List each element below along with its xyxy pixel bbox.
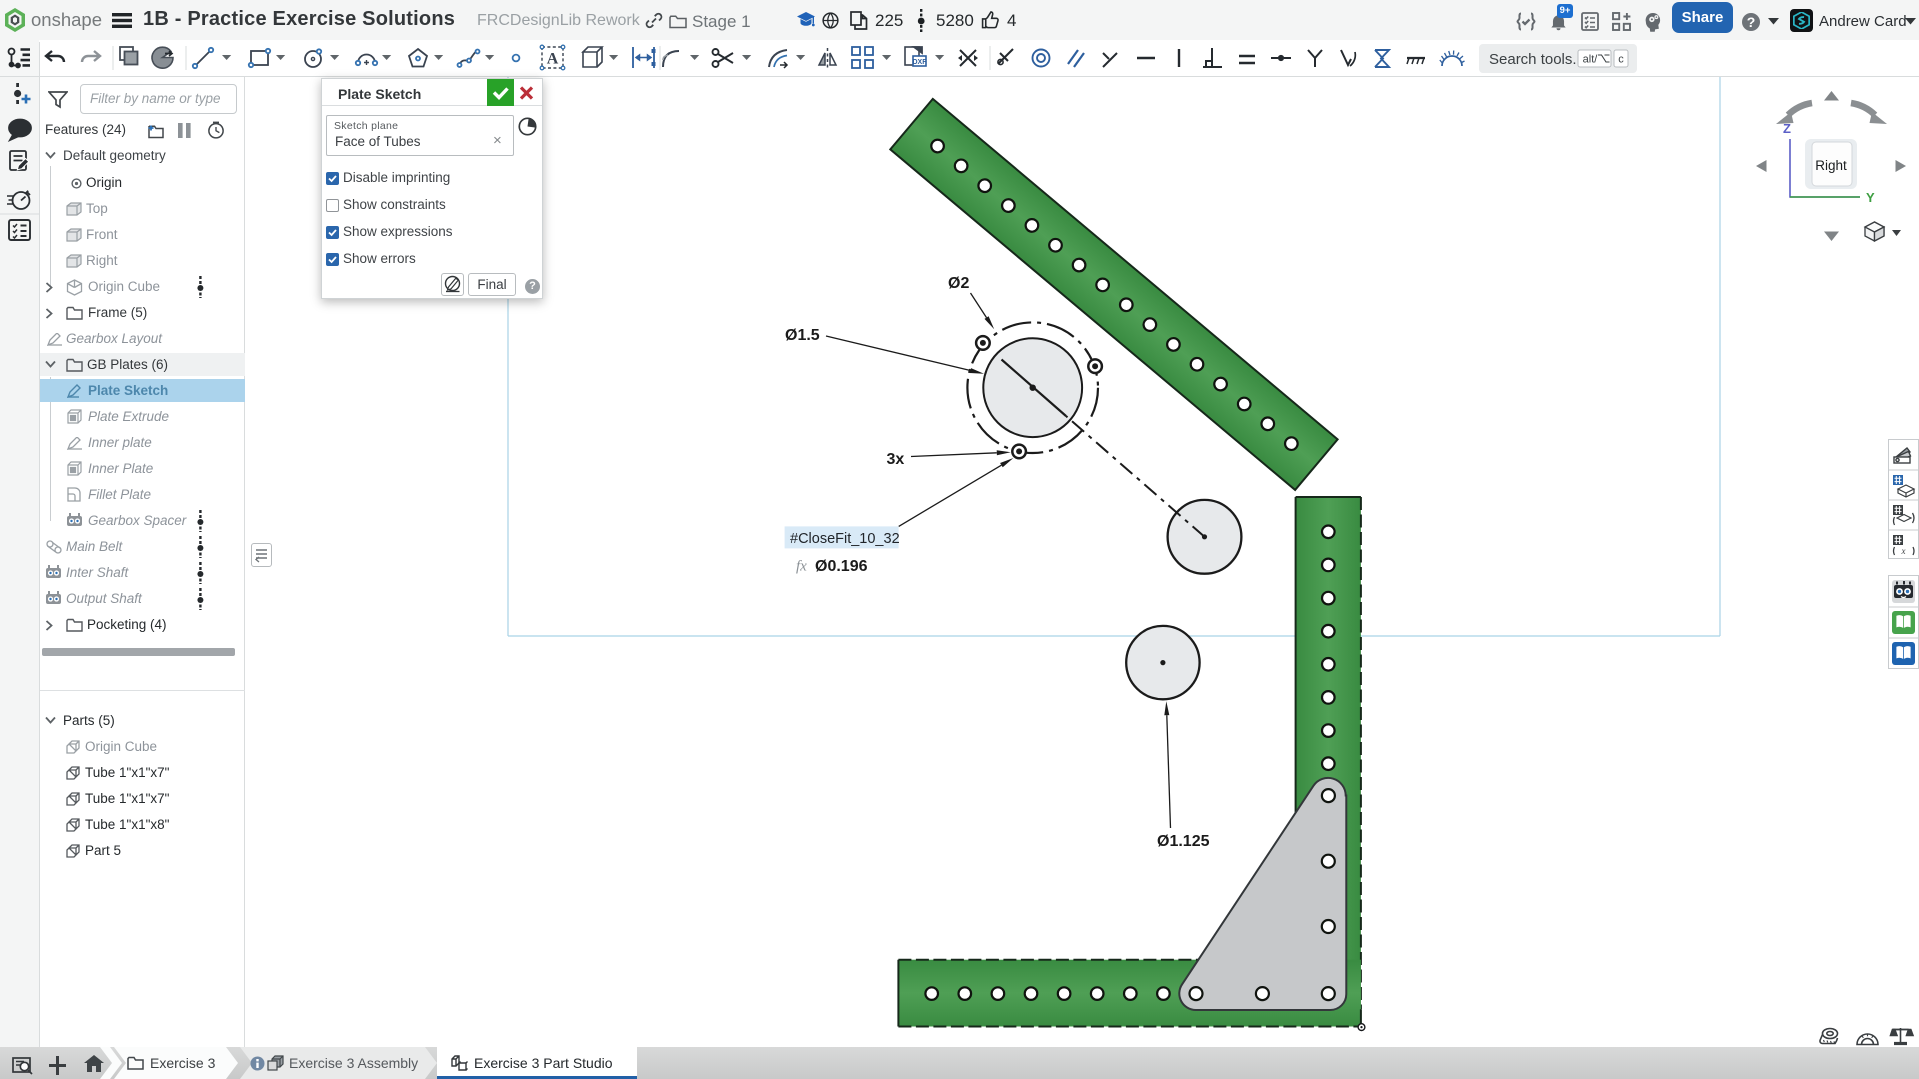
svg-text:Ø2: Ø2 (948, 275, 969, 292)
svg-text:#CloseFit_10_32: #CloseFit_10_32 (790, 531, 900, 547)
svg-text:3x: 3x (887, 451, 905, 468)
svg-text:fx: fx (796, 559, 807, 575)
svg-text:alt/: alt/ (1583, 54, 1599, 66)
svg-text:Y: Y (1866, 190, 1875, 205)
svg-text:Search tools...: Search tools... (1489, 51, 1585, 68)
svg-text:Right: Right (1815, 158, 1847, 173)
svg-text:Ø1.5: Ø1.5 (785, 327, 820, 344)
svg-text:x: x (1901, 546, 1906, 556)
svg-text:Ø1.125: Ø1.125 (1157, 833, 1210, 850)
svg-text:c: c (1618, 54, 1624, 66)
svg-text:Ø0.196: Ø0.196 (815, 558, 868, 575)
svg-text:Z: Z (1783, 121, 1791, 136)
svg-text:DXF: DXF (913, 59, 928, 66)
svg-text:A: A (547, 51, 559, 68)
